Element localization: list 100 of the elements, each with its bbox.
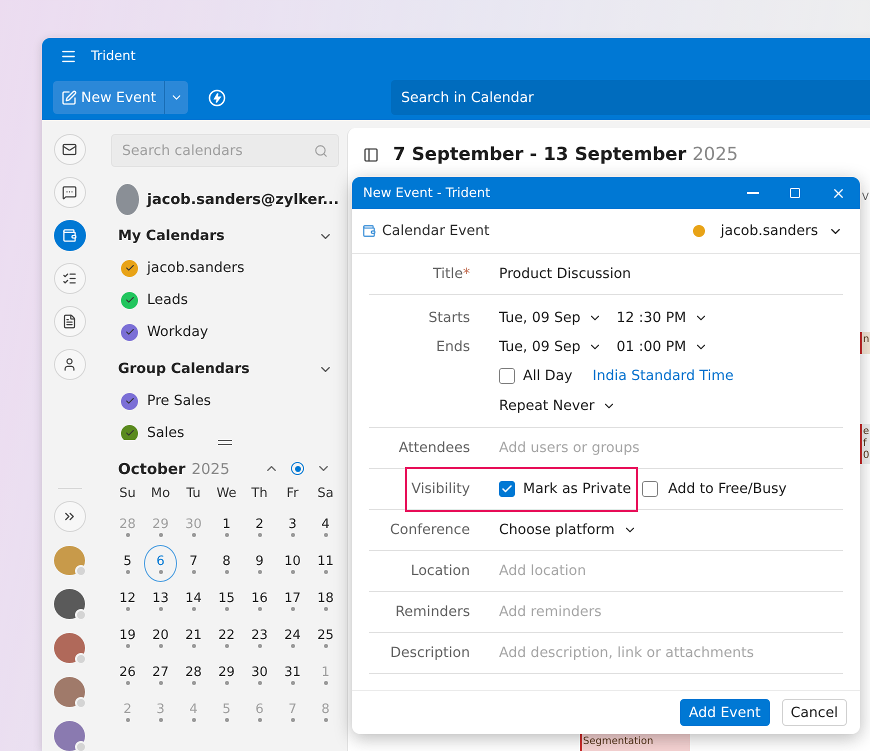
calendar-day[interactable]: 27 bbox=[144, 656, 177, 693]
event-card[interactable]: Segmentation bbox=[580, 734, 690, 751]
calendar-name[interactable]: Leads bbox=[147, 292, 188, 308]
avatar bbox=[116, 184, 139, 215]
checkbox[interactable] bbox=[642, 481, 658, 497]
calendar-day[interactable]: 17 bbox=[276, 582, 309, 619]
check-icon bbox=[501, 483, 513, 495]
calendar-day[interactable]: 30 bbox=[243, 656, 276, 693]
nav-button[interactable] bbox=[54, 220, 86, 251]
search-field[interactable]: Search in Calendar bbox=[391, 80, 870, 115]
calendar-day[interactable]: 5 bbox=[111, 545, 144, 582]
calendar-day[interactable]: 13 bbox=[144, 582, 177, 619]
maximize-icon bbox=[789, 187, 801, 199]
calendar-checkbox[interactable] bbox=[121, 424, 138, 440]
checkbox[interactable] bbox=[499, 368, 515, 384]
date-dropdown[interactable]: Tue, 09 Sep bbox=[499, 338, 602, 354]
time-dropdown[interactable]: 01 :00 PM bbox=[616, 338, 708, 354]
time-dropdown[interactable]: 12 :30 PM bbox=[616, 310, 708, 326]
calendar-day[interactable]: 29 bbox=[210, 656, 243, 693]
checkbox-label: Add to Free/Busy bbox=[668, 481, 787, 497]
calendar-checkbox[interactable] bbox=[121, 324, 138, 340]
primary-button[interactable]: Add Event bbox=[680, 699, 770, 726]
event-card[interactable]: e f 0 bbox=[860, 424, 870, 464]
calendar-day[interactable]: 14 bbox=[177, 582, 210, 619]
app-title: Trident bbox=[91, 49, 136, 64]
today-icon[interactable] bbox=[291, 462, 304, 475]
field-label: Ends bbox=[436, 338, 470, 354]
timezone-link[interactable]: India Standard Time bbox=[592, 368, 734, 384]
calendar-day[interactable]: 6 bbox=[144, 545, 177, 582]
new-event-button[interactable]: New Event bbox=[53, 81, 164, 114]
status-dot bbox=[75, 697, 87, 710]
calendar-day[interactable]: 16 bbox=[243, 582, 276, 619]
calendar-name[interactable]: Workday bbox=[147, 324, 208, 340]
status-dot bbox=[75, 653, 87, 666]
edit-icon bbox=[61, 90, 77, 106]
calendar-name[interactable]: Pre Sales bbox=[147, 393, 211, 409]
sidebar-toggle-icon[interactable] bbox=[363, 146, 379, 162]
calendar-day[interactable]: 15 bbox=[210, 582, 243, 619]
date-dropdown[interactable]: Tue, 09 Sep bbox=[499, 310, 602, 326]
event-type: Calendar Event bbox=[382, 223, 490, 239]
calendar-day[interactable]: 3 bbox=[276, 508, 309, 545]
secondary-button[interactable]: Cancel bbox=[782, 699, 847, 726]
expand-button[interactable] bbox=[54, 500, 86, 532]
checkbox-label: Mark as Private bbox=[523, 481, 632, 497]
calendar-name[interactable]: Sales bbox=[147, 425, 184, 440]
avatar[interactable] bbox=[54, 589, 85, 620]
checkbox[interactable] bbox=[499, 481, 515, 497]
calendar-day[interactable]: 1 bbox=[210, 508, 243, 545]
calendar-day[interactable]: 25 bbox=[309, 619, 342, 656]
group-title: Group Calendars bbox=[118, 361, 250, 377]
account-name: jacob.sanders@zylker... bbox=[147, 192, 339, 208]
calendar-day[interactable]: 21 bbox=[177, 619, 210, 656]
field-label: Location bbox=[410, 563, 470, 579]
lightning-icon bbox=[208, 88, 226, 106]
check-icon bbox=[124, 263, 134, 273]
calendar-checkbox[interactable] bbox=[121, 292, 138, 308]
calendar-day[interactable]: 18 bbox=[309, 582, 342, 619]
calendar-day[interactable]: 28 bbox=[177, 656, 210, 693]
calendar-day[interactable]: 11 bbox=[309, 545, 342, 582]
calendar-checkbox[interactable] bbox=[121, 260, 138, 276]
calendar-picker[interactable]: jacob.sanders bbox=[692, 223, 843, 239]
calendar-day[interactable]: 2 bbox=[243, 508, 276, 545]
repeat-dropdown[interactable]: Repeat Never bbox=[499, 398, 616, 414]
weekday-label: Tu bbox=[185, 486, 202, 503]
calendar-checkbox[interactable] bbox=[121, 392, 138, 410]
calendar-day[interactable]: 31 bbox=[276, 656, 309, 693]
calendar-day[interactable]: 4 bbox=[309, 508, 342, 545]
calendar-day[interactable]: 19 bbox=[111, 619, 144, 656]
avatar[interactable] bbox=[54, 721, 85, 751]
status-dot bbox=[75, 609, 87, 622]
calendar-day[interactable]: 22 bbox=[210, 619, 243, 656]
calendar-day[interactable]: 8 bbox=[210, 545, 243, 582]
maximize-button[interactable] bbox=[789, 187, 801, 199]
lightning-button[interactable] bbox=[208, 88, 226, 106]
weekday-label: Sa bbox=[316, 486, 335, 503]
calendar-day[interactable]: 7 bbox=[177, 545, 210, 582]
calendar-day[interactable]: 12 bbox=[111, 582, 144, 619]
minimize-icon bbox=[747, 192, 759, 194]
avatar[interactable] bbox=[54, 677, 85, 708]
title-field[interactable]: Product Discussion bbox=[499, 266, 843, 282]
calendar-name[interactable]: jacob.sanders bbox=[147, 260, 244, 276]
avatar[interactable] bbox=[54, 633, 85, 664]
weekday-label: We bbox=[215, 486, 238, 503]
check-icon bbox=[124, 327, 134, 337]
conference-dropdown[interactable]: Choose platform bbox=[499, 522, 637, 538]
check-icon bbox=[124, 396, 134, 406]
column-header: V bbox=[862, 192, 869, 203]
field-label: Reminders bbox=[394, 604, 470, 620]
calendar-day[interactable]: 26 bbox=[111, 656, 144, 693]
field-label: Starts bbox=[428, 310, 470, 326]
calendar-day[interactable]: 20 bbox=[144, 619, 177, 656]
calendar-day[interactable]: 23 bbox=[243, 619, 276, 656]
calendar-day[interactable]: 10 bbox=[276, 545, 309, 582]
event-card[interactable]: n bbox=[860, 332, 870, 354]
drag-handle[interactable] bbox=[218, 440, 232, 445]
calendar-day[interactable]: 9 bbox=[243, 545, 276, 582]
menu-icon[interactable] bbox=[60, 48, 77, 65]
date-range: 7 September - 13 September bbox=[393, 144, 686, 165]
weekday-label: Th bbox=[250, 486, 269, 503]
calendar-day[interactable]: 24 bbox=[276, 619, 309, 656]
